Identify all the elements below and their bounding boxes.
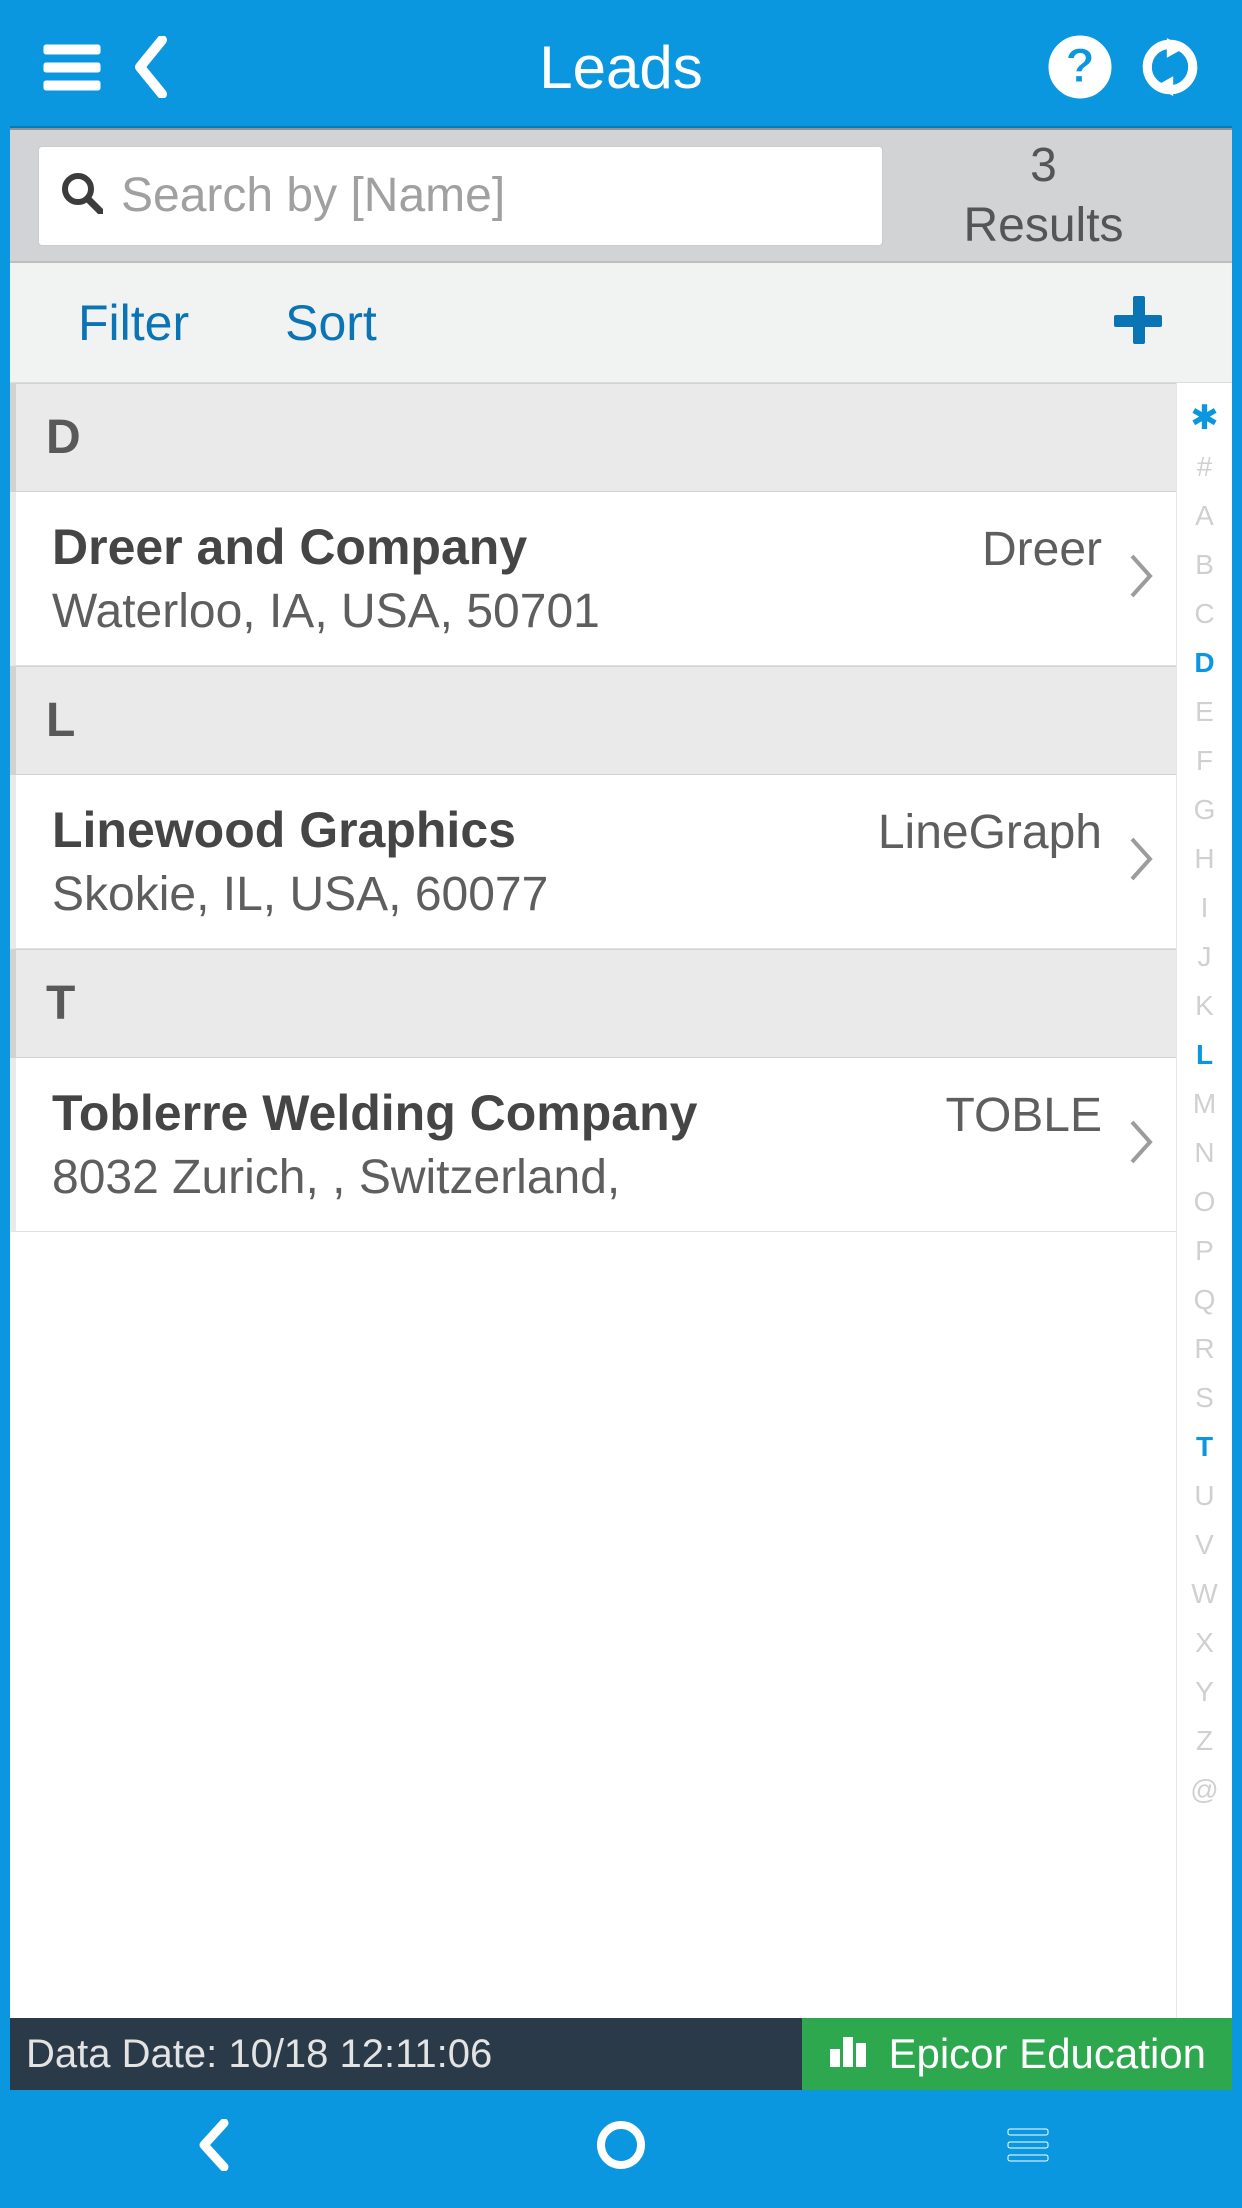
add-button[interactable]	[1112, 284, 1164, 362]
list-item-code: Dreer	[982, 518, 1102, 577]
alpha-index-item[interactable]: G	[1177, 785, 1232, 834]
results-count-number: 3	[1030, 136, 1057, 196]
alpha-index-item[interactable]: V	[1177, 1520, 1232, 1569]
results-count-label: Results	[963, 196, 1123, 256]
list-item[interactable]: Toblerre Welding Company 8032 Zurich, , S…	[10, 1058, 1176, 1232]
alpha-index-item[interactable]: P	[1177, 1226, 1232, 1275]
sort-button[interactable]: Sort	[285, 294, 377, 352]
svg-text:?: ?	[1065, 40, 1094, 93]
alpha-index-item[interactable]: #	[1177, 442, 1232, 491]
chevron-right-icon	[1126, 1118, 1156, 1171]
brand-badge[interactable]: Epicor Education	[802, 2018, 1232, 2090]
alpha-index-item[interactable]: F	[1177, 736, 1232, 785]
alpha-index-item[interactable]: C	[1177, 589, 1232, 638]
list-item-subtitle: 8032 Zurich, , Switzerland,	[52, 1150, 945, 1205]
leads-list[interactable]: D Dreer and Company Waterloo, IA, USA, 507…	[10, 383, 1176, 2018]
back-button[interactable]	[112, 27, 192, 107]
refresh-button[interactable]	[1130, 27, 1210, 107]
alpha-index-item[interactable]: W	[1177, 1569, 1232, 1618]
alpha-index-item[interactable]: N	[1177, 1128, 1232, 1177]
nav-back-button[interactable]	[154, 2105, 274, 2185]
section-header: T	[10, 949, 1176, 1058]
search-bar: 3 Results	[10, 128, 1232, 263]
results-count: 3 Results	[883, 136, 1204, 256]
list-item-title: Dreer and Company	[52, 518, 982, 576]
search-input-wrap[interactable]	[38, 146, 883, 246]
alpha-index-item[interactable]: M	[1177, 1079, 1232, 1128]
list-area: D Dreer and Company Waterloo, IA, USA, 507…	[10, 383, 1232, 2018]
hamburger-menu-button[interactable]	[32, 27, 112, 107]
alpha-index-item[interactable]: H	[1177, 834, 1232, 883]
nav-home-button[interactable]	[561, 2105, 681, 2185]
app-header: Leads ?	[10, 8, 1232, 128]
alpha-index-item[interactable]: Q	[1177, 1275, 1232, 1324]
list-item-main: Linewood Graphics Skokie, IL, USA, 60077	[52, 801, 878, 922]
alpha-index-item[interactable]: R	[1177, 1324, 1232, 1373]
bar-chart-icon	[828, 2029, 868, 2079]
alpha-index-item[interactable]: J	[1177, 932, 1232, 981]
chevron-right-icon	[1126, 552, 1156, 605]
alpha-index[interactable]: ✱#ABCDEFGHIJKLMNOPQRSTUVWXYZ@	[1176, 383, 1232, 2018]
alpha-index-item[interactable]: ✱	[1177, 393, 1232, 442]
nav-menu-button[interactable]	[968, 2105, 1088, 2185]
list-item-code: LineGraph	[878, 801, 1102, 860]
search-input[interactable]	[121, 168, 860, 223]
alpha-index-item[interactable]: Z	[1177, 1716, 1232, 1765]
section-header: L	[10, 666, 1176, 775]
list-item-title: Toblerre Welding Company	[52, 1084, 945, 1142]
list-item-subtitle: Skokie, IL, USA, 60077	[52, 867, 878, 922]
list-item-code: TOBLE	[945, 1084, 1102, 1143]
alpha-index-item[interactable]: @	[1177, 1765, 1232, 1814]
alpha-index-item[interactable]: I	[1177, 883, 1232, 932]
alpha-index-item[interactable]: S	[1177, 1373, 1232, 1422]
chevron-right-icon	[1126, 835, 1156, 888]
alpha-index-item[interactable]: B	[1177, 540, 1232, 589]
list-item-main: Dreer and Company Waterloo, IA, USA, 5070…	[52, 518, 982, 639]
alpha-index-item[interactable]: K	[1177, 981, 1232, 1030]
brand-label: Epicor Education	[888, 2030, 1206, 2078]
bottom-nav	[10, 2090, 1232, 2198]
alpha-index-item[interactable]: E	[1177, 687, 1232, 736]
list-toolbar: Filter Sort	[10, 263, 1232, 383]
list-item-main: Toblerre Welding Company 8032 Zurich, , S…	[52, 1084, 945, 1205]
alpha-index-item[interactable]: T	[1177, 1422, 1232, 1471]
alpha-index-item[interactable]: O	[1177, 1177, 1232, 1226]
list-item-subtitle: Waterloo, IA, USA, 50701	[52, 584, 982, 639]
alpha-index-item[interactable]: L	[1177, 1030, 1232, 1079]
alpha-index-item[interactable]: U	[1177, 1471, 1232, 1520]
section-header: D	[10, 383, 1176, 492]
alpha-index-item[interactable]: D	[1177, 638, 1232, 687]
status-bar: Data Date: 10/18 12:11:06 Epicor Educati…	[10, 2018, 1232, 2090]
list-item[interactable]: Dreer and Company Waterloo, IA, USA, 5070…	[10, 492, 1176, 666]
filter-button[interactable]: Filter	[78, 294, 189, 352]
help-button[interactable]: ?	[1040, 27, 1120, 107]
alpha-index-item[interactable]: Y	[1177, 1667, 1232, 1716]
alpha-index-item[interactable]: A	[1177, 491, 1232, 540]
list-item[interactable]: Linewood Graphics Skokie, IL, USA, 60077L…	[10, 775, 1176, 949]
search-icon	[61, 172, 121, 219]
alpha-index-item[interactable]: X	[1177, 1618, 1232, 1667]
data-date-label: Data Date: 10/18 12:11:06	[10, 2032, 492, 2077]
list-item-title: Linewood Graphics	[52, 801, 878, 859]
